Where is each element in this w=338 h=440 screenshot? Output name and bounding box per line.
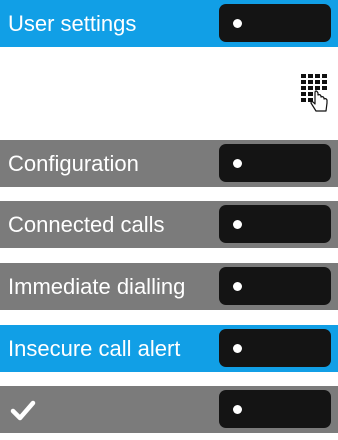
check-icon [10,400,36,421]
dot-icon [233,344,242,353]
menu-item-label: Connected calls [8,212,165,237]
menu-item-label: Insecure call alert [8,336,181,361]
function-key[interactable] [219,267,331,305]
menu-item-label: User settings [8,11,137,36]
dot-icon [233,220,242,229]
menu-item-configuration[interactable]: Configuration [0,140,338,187]
menu-item-immediate-dialling[interactable]: Immediate dialling [0,263,338,310]
function-key[interactable] [219,390,331,428]
dot-icon [233,19,242,28]
dot-icon [233,282,242,291]
menu-item-connected-calls[interactable]: Connected calls [0,201,338,248]
function-key[interactable] [219,4,331,42]
dot-icon [233,405,242,414]
menu-item-insecure-call-alert[interactable]: Insecure call alert [0,325,338,372]
function-key[interactable] [219,329,331,367]
function-key[interactable] [219,205,331,243]
menu-item-label: Configuration [8,151,139,176]
menu-item-confirm[interactable] [0,386,338,433]
menu-item-user-settings[interactable]: User settings [0,0,338,47]
keypad-hand-icon [301,74,328,112]
function-key[interactable] [219,144,331,182]
dot-icon [233,159,242,168]
menu-item-label: Immediate dialling [8,274,186,299]
